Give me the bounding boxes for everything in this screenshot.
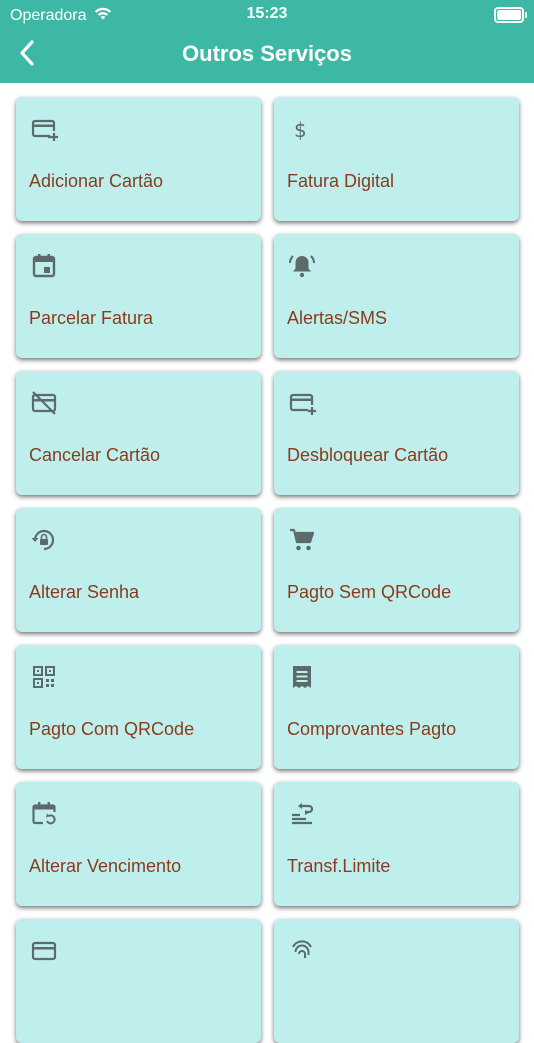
card-plus-icon: [30, 115, 58, 143]
service-tile-card[interactable]: [16, 919, 261, 1043]
service-tile-desbloquear-cartao[interactable]: Desbloquear Cartão: [274, 371, 519, 495]
service-tile-cancelar-cartao[interactable]: Cancelar Cartão: [16, 371, 261, 495]
service-label: Alterar Senha: [29, 582, 140, 602]
receipt-icon: [288, 663, 316, 691]
bell-alert-icon: [288, 252, 316, 280]
service-label: Desbloquear Cartão: [287, 445, 449, 465]
service-tile-parcelar-fatura[interactable]: Parcelar Fatura: [16, 234, 261, 358]
services-grid: Adicionar Cartão $ Fatura Digital Parcel…: [0, 83, 534, 1043]
service-tile-comprovantes-pagto[interactable]: Comprovantes Pagto: [274, 645, 519, 769]
fingerprint-icon: [288, 937, 316, 965]
service-tile-pagto-com-qrcode[interactable]: Pagto Com QRCode: [16, 645, 261, 769]
battery-icon: [494, 7, 527, 23]
svg-text:$: $: [294, 118, 307, 142]
service-label: Pagto Sem QRCode: [287, 582, 452, 602]
service-tile-alterar-vencimento[interactable]: Alterar Vencimento: [16, 782, 261, 906]
service-label: Alterar Vencimento: [29, 856, 182, 876]
qrcode-icon: [30, 663, 58, 691]
app-header: Operadora 15:23 Outros Serviços: [0, 0, 534, 83]
card-icon: [30, 937, 58, 965]
service-tile-pagto-sem-qrcode[interactable]: Pagto Sem QRCode: [274, 508, 519, 632]
service-tile-alterar-senha[interactable]: Alterar Senha: [16, 508, 261, 632]
service-tile-fatura-digital[interactable]: $ Fatura Digital: [274, 97, 519, 221]
dollar-icon: $: [288, 115, 316, 143]
service-label: Pagto Com QRCode: [29, 719, 195, 739]
card-plus-icon: [288, 389, 316, 417]
navigation-bar: Outros Serviços: [0, 30, 534, 83]
service-tile-adicionar-cartao[interactable]: Adicionar Cartão: [16, 97, 261, 221]
status-bar: Operadora 15:23: [0, 0, 534, 30]
service-label: Alertas/SMS: [287, 308, 388, 328]
service-label: Comprovantes Pagto: [287, 719, 457, 739]
service-tile-fingerprint[interactable]: [274, 919, 519, 1043]
card-off-icon: [30, 389, 58, 417]
service-label: Parcelar Fatura: [29, 308, 154, 328]
service-label: Fatura Digital: [287, 171, 395, 191]
service-tile-transf-limite[interactable]: Transf.Limite: [274, 782, 519, 906]
lock-reset-icon: [30, 526, 58, 554]
calendar-icon: [30, 252, 58, 280]
status-time: 15:23: [246, 5, 288, 22]
service-label: Transf.Limite: [287, 856, 391, 876]
cart-icon: [288, 526, 316, 554]
calendar-refresh-icon: [30, 800, 58, 828]
service-label: Adicionar Cartão: [29, 171, 164, 191]
page-title: Outros Serviços: [182, 41, 352, 66]
service-label: Cancelar Cartão: [29, 445, 161, 465]
service-tile-alertas-sms[interactable]: Alertas/SMS: [274, 234, 519, 358]
transfer-icon: [288, 800, 316, 828]
